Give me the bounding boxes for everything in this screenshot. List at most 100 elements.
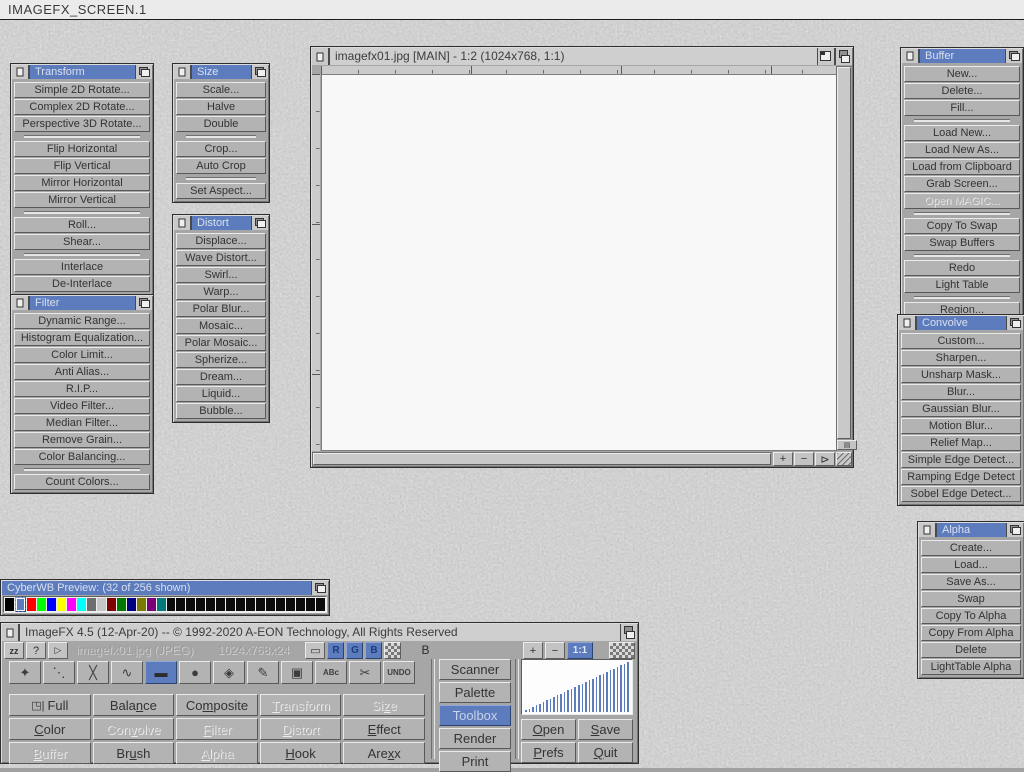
depth-icon[interactable] [1005, 49, 1022, 63]
panel-button[interactable]: Median Filter... [14, 415, 150, 431]
open-button[interactable]: Open [521, 719, 576, 740]
close-icon[interactable] [12, 65, 29, 79]
buffer-button[interactable]: Buffer [9, 742, 91, 764]
panel-button[interactable]: Save As... [921, 574, 1021, 590]
panel-button[interactable]: Count Colors... [14, 474, 150, 490]
horizontal-scroll-knob[interactable] [313, 453, 771, 465]
convolve-titlebar[interactable]: Convolve [899, 316, 1023, 330]
panel-button[interactable]: Ramping Edge Detect [901, 469, 1021, 485]
zoom-in-button[interactable]: + [773, 452, 793, 466]
main-window-titlebar[interactable]: imagefx01.jpg [MAIN] - 1:2 (1024x768, 1:… [312, 48, 852, 65]
distort-titlebar[interactable]: Distort [174, 216, 268, 230]
green-channel-button[interactable]: G [346, 642, 363, 659]
panel-button[interactable]: Mosaic... [176, 318, 266, 334]
render-button[interactable]: Render [439, 728, 511, 749]
color-swatch[interactable] [77, 598, 86, 611]
zoom-window-icon[interactable] [817, 48, 835, 65]
line-tool[interactable]: ╳ [77, 661, 109, 684]
balance-button[interactable]: Balance [93, 694, 175, 716]
depth-icon[interactable] [251, 65, 268, 79]
panel-button[interactable]: Color Balancing... [14, 449, 150, 465]
panel-button[interactable]: Double [176, 116, 266, 132]
depth-icon[interactable] [311, 581, 328, 595]
hook-button[interactable]: Hook [260, 742, 342, 764]
panel-button[interactable]: Spherize... [176, 352, 266, 368]
buffer-titlebar[interactable]: Buffer [902, 49, 1022, 63]
color-swatch[interactable] [127, 598, 136, 611]
depth-icon[interactable] [1006, 316, 1023, 330]
convolve-button[interactable]: Convolve [93, 718, 175, 740]
color-swatch[interactable] [306, 598, 315, 611]
color-swatch[interactable] [316, 598, 325, 611]
filter-titlebar[interactable]: Filter [12, 296, 152, 310]
panel-button[interactable]: Scale... [176, 82, 266, 98]
palette-titlebar[interactable]: CyberWB Preview: (32 of 256 shown) [2, 581, 328, 595]
palette-button[interactable]: Palette [439, 682, 511, 703]
panel-button[interactable]: Load New... [904, 125, 1020, 141]
panel-button[interactable]: Create... [921, 540, 1021, 556]
close-icon[interactable] [312, 48, 329, 65]
dither-icon[interactable] [384, 642, 401, 659]
image-canvas[interactable] [321, 74, 837, 451]
panel-button[interactable]: Roll... [14, 217, 150, 233]
filter-button[interactable]: Filter [176, 718, 258, 740]
color-swatch[interactable] [246, 598, 255, 611]
panel-button[interactable]: Halve [176, 99, 266, 115]
scanner-button[interactable]: Scanner [439, 659, 511, 680]
panel-button[interactable] [24, 211, 140, 214]
color-swatch[interactable] [137, 598, 146, 611]
panel-button[interactable]: Unsharp Mask... [901, 367, 1021, 383]
color-swatch[interactable] [296, 598, 305, 611]
ellipse-tool[interactable]: ● [179, 661, 211, 684]
zoom-out-button[interactable]: − [545, 642, 565, 659]
panel-button[interactable]: Load from Clipboard [904, 159, 1020, 175]
panel-button[interactable]: Video Filter... [14, 398, 150, 414]
close-icon[interactable] [174, 65, 191, 79]
panel-button[interactable]: Grab Screen... [904, 176, 1020, 192]
color-swatch[interactable] [157, 598, 166, 611]
panel-button[interactable]: Blur... [901, 384, 1021, 400]
depth-icon[interactable] [835, 48, 852, 65]
close-icon[interactable] [902, 49, 919, 63]
depth-icon[interactable] [135, 296, 152, 310]
color-swatch[interactable] [57, 598, 66, 611]
color-swatch[interactable] [15, 597, 26, 612]
brush-button[interactable]: Brush [93, 742, 175, 764]
close-icon[interactable] [2, 624, 19, 641]
panel-button[interactable]: Delete... [904, 83, 1020, 99]
sleep-button[interactable]: zz [4, 642, 24, 659]
panel-button[interactable]: Motion Blur... [901, 418, 1021, 434]
panel-button[interactable]: Delete [921, 642, 1021, 658]
vertical-scroll-knob[interactable] [837, 67, 851, 439]
panel-button[interactable]: Simple 2D Rotate... [14, 82, 150, 98]
panel-button[interactable]: Gaussian Blur... [901, 401, 1021, 417]
undo-button[interactable]: UNDO [383, 661, 415, 684]
panel-button[interactable]: Anti Alias... [14, 364, 150, 380]
panel-button[interactable]: Shear... [14, 234, 150, 250]
panel-button[interactable]: Sobel Edge Detect... [901, 486, 1021, 502]
panel-button[interactable]: Warp... [176, 284, 266, 300]
screen-mode-icon[interactable]: ▭ [305, 642, 325, 659]
panel-button[interactable]: LightTable Alpha [921, 659, 1021, 675]
panel-button[interactable]: New... [904, 66, 1020, 82]
transform-titlebar[interactable]: Transform [12, 65, 152, 79]
panel-button[interactable] [24, 135, 140, 138]
airbrush-tool[interactable]: ⋱ [43, 661, 75, 684]
color-swatch[interactable] [236, 598, 245, 611]
panel-button[interactable] [914, 119, 1010, 122]
panel-button[interactable] [914, 212, 1010, 215]
toolbox-button[interactable]: Toolbox [439, 705, 511, 726]
panel-button[interactable] [914, 254, 1010, 257]
panel-button[interactable] [914, 296, 1010, 299]
panel-button[interactable]: Swirl... [176, 267, 266, 283]
alpha-titlebar[interactable]: Alpha [919, 523, 1023, 537]
color-swatch[interactable] [27, 598, 36, 611]
color-swatch[interactable] [97, 598, 106, 611]
color-swatch[interactable] [266, 598, 275, 611]
effect-button[interactable]: Effect [343, 718, 425, 740]
full-button[interactable]: ◳|Full [9, 694, 91, 716]
size-button[interactable]: Size [343, 694, 425, 716]
zoom-one-to-one-button[interactable]: 1:1 [567, 642, 593, 659]
panel-button[interactable]: Interlace [14, 259, 150, 275]
depth-icon[interactable] [135, 65, 152, 79]
